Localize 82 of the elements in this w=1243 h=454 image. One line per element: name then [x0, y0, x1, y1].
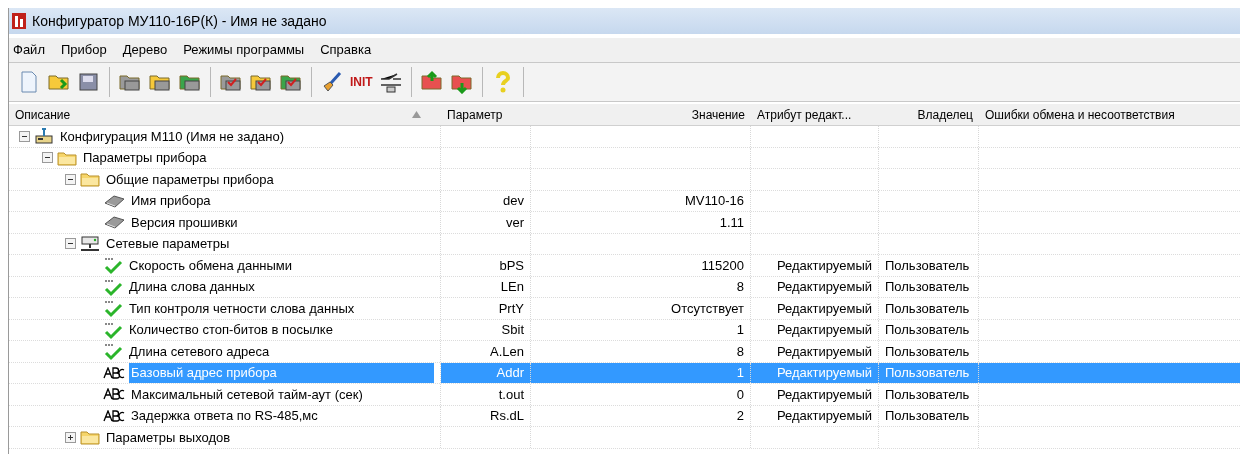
table-cell-text: Rs.dL: [490, 407, 524, 425]
table-cell-text: 0: [736, 385, 744, 404]
table-cell-text: Редактируемый: [776, 407, 872, 425]
checkmark-icon: [103, 255, 123, 276]
init-button[interactable]: INIT: [348, 68, 375, 96]
table-cell-text: Отсутствует: [671, 299, 744, 318]
table-cell-text: MV110-16: [685, 192, 744, 210]
device-icon: [34, 127, 54, 146]
collapse-icon[interactable]: [19, 130, 30, 142]
column-header[interactable]: Владелец: [879, 104, 979, 125]
tree-item[interactable]: Количество стоп-битов в посылке: [127, 319, 434, 340]
text-type-icon: [103, 366, 125, 379]
table-cell-text: PrtY: [498, 299, 524, 318]
folder-icon: [57, 149, 77, 166]
table-cell-text: Редактируемый: [776, 256, 872, 275]
menu-item[interactable]: Дерево: [122, 40, 168, 60]
menu-item[interactable]: Справка: [320, 40, 372, 60]
chip-icon: [103, 215, 125, 230]
table-cell-text: 1.11: [719, 213, 744, 232]
tree-item[interactable]: Версия прошивки: [129, 212, 434, 233]
menu-item[interactable]: Режимы программы: [183, 40, 305, 60]
tree-item[interactable]: Параметры выходов: [104, 427, 434, 448]
table-cell-text: Редактируемый: [776, 385, 872, 404]
folder-icon: [80, 171, 100, 188]
table-cell-text: Пользователь: [885, 278, 970, 296]
tree-item[interactable]: Задержка ответа по RS-485,мс: [129, 405, 434, 426]
folder-icon: [80, 429, 100, 446]
menu-item[interactable]: Файл: [13, 40, 45, 60]
table-cell-text: 8: [736, 342, 744, 361]
column-header[interactable]: Значение: [531, 104, 751, 125]
table-cell-text: ver: [505, 213, 524, 232]
tree-item[interactable]: Общие параметры прибора: [104, 169, 434, 190]
table-cell-text: bPS: [499, 256, 524, 275]
tree-item[interactable]: Конфигурация М110 (Имя не задано): [58, 126, 434, 147]
tree-item[interactable]: Тип контроля четности слова данных: [127, 298, 434, 319]
collapse-icon[interactable]: [65, 238, 76, 250]
checkmark-icon: [103, 298, 123, 319]
collapse-icon[interactable]: [42, 152, 53, 164]
tree-item[interactable]: Параметры прибора: [81, 147, 434, 168]
table-cell-text: Пользователь: [885, 407, 970, 425]
column-header[interactable]: Параметр: [441, 104, 531, 125]
table-cell-text: 115200: [701, 256, 744, 275]
table-cell-text: dev: [503, 192, 524, 210]
table-cell-text: Пользователь: [885, 364, 970, 382]
column-header[interactable]: Описание: [9, 104, 441, 125]
app-icon: [12, 13, 26, 29]
expand-icon[interactable]: [65, 431, 76, 443]
table-cell-text: 1: [736, 364, 744, 382]
network-icon: [80, 234, 100, 253]
table-cell-text: Редактируемый: [776, 299, 872, 318]
tree-item[interactable]: Сетевые параметры: [104, 233, 434, 254]
table-cell-text: Редактируемый: [776, 278, 872, 296]
table-cell-text: Редактируемый: [776, 342, 872, 361]
table-cell-text: A.Len: [490, 342, 524, 361]
column-header[interactable]: Атрибут редакт...: [751, 104, 879, 125]
table-cell-text: t.out: [498, 385, 524, 404]
tree-item[interactable]: Скорость обмена данными: [127, 255, 434, 276]
table-cell-text: Редактируемый: [776, 321, 872, 339]
text-type-icon: [103, 409, 125, 422]
table-cell-text: 8: [736, 278, 744, 296]
table-cell-text: Редактируемый: [776, 364, 872, 382]
tree-item[interactable]: Длина слова данных: [127, 276, 434, 297]
table-cell-text: Пользователь: [885, 299, 970, 318]
tree-item[interactable]: Имя прибора: [129, 190, 434, 211]
table-cell-text: Пользователь: [885, 385, 970, 404]
table-cell-text: 2: [736, 407, 744, 425]
menu-item[interactable]: Прибор: [60, 40, 107, 60]
table-cell-text: Пользователь: [885, 342, 970, 361]
table-cell-text: Addr: [496, 364, 524, 382]
column-header[interactable]: Ошибки обмена и несоответствия: [979, 104, 1240, 125]
table-cell-text: Sbit: [501, 321, 524, 339]
table-cell-text: Пользователь: [885, 256, 970, 275]
table-cell-text: 1: [736, 321, 744, 339]
chip-icon: [103, 193, 125, 208]
collapse-icon[interactable]: [65, 173, 76, 185]
window-title: Конфигуратор МУ110-16Р(К) - Имя не задано: [32, 11, 327, 31]
tree-item[interactable]: Длина сетевого адреса: [127, 341, 434, 362]
tree-item[interactable]: Максимальный сетевой тайм-аут (сек): [129, 384, 434, 405]
table-cell-text: Пользователь: [885, 321, 970, 339]
text-type-icon: [103, 388, 125, 401]
checkmark-icon: [103, 341, 123, 362]
table-cell-text: LEn: [500, 278, 524, 296]
